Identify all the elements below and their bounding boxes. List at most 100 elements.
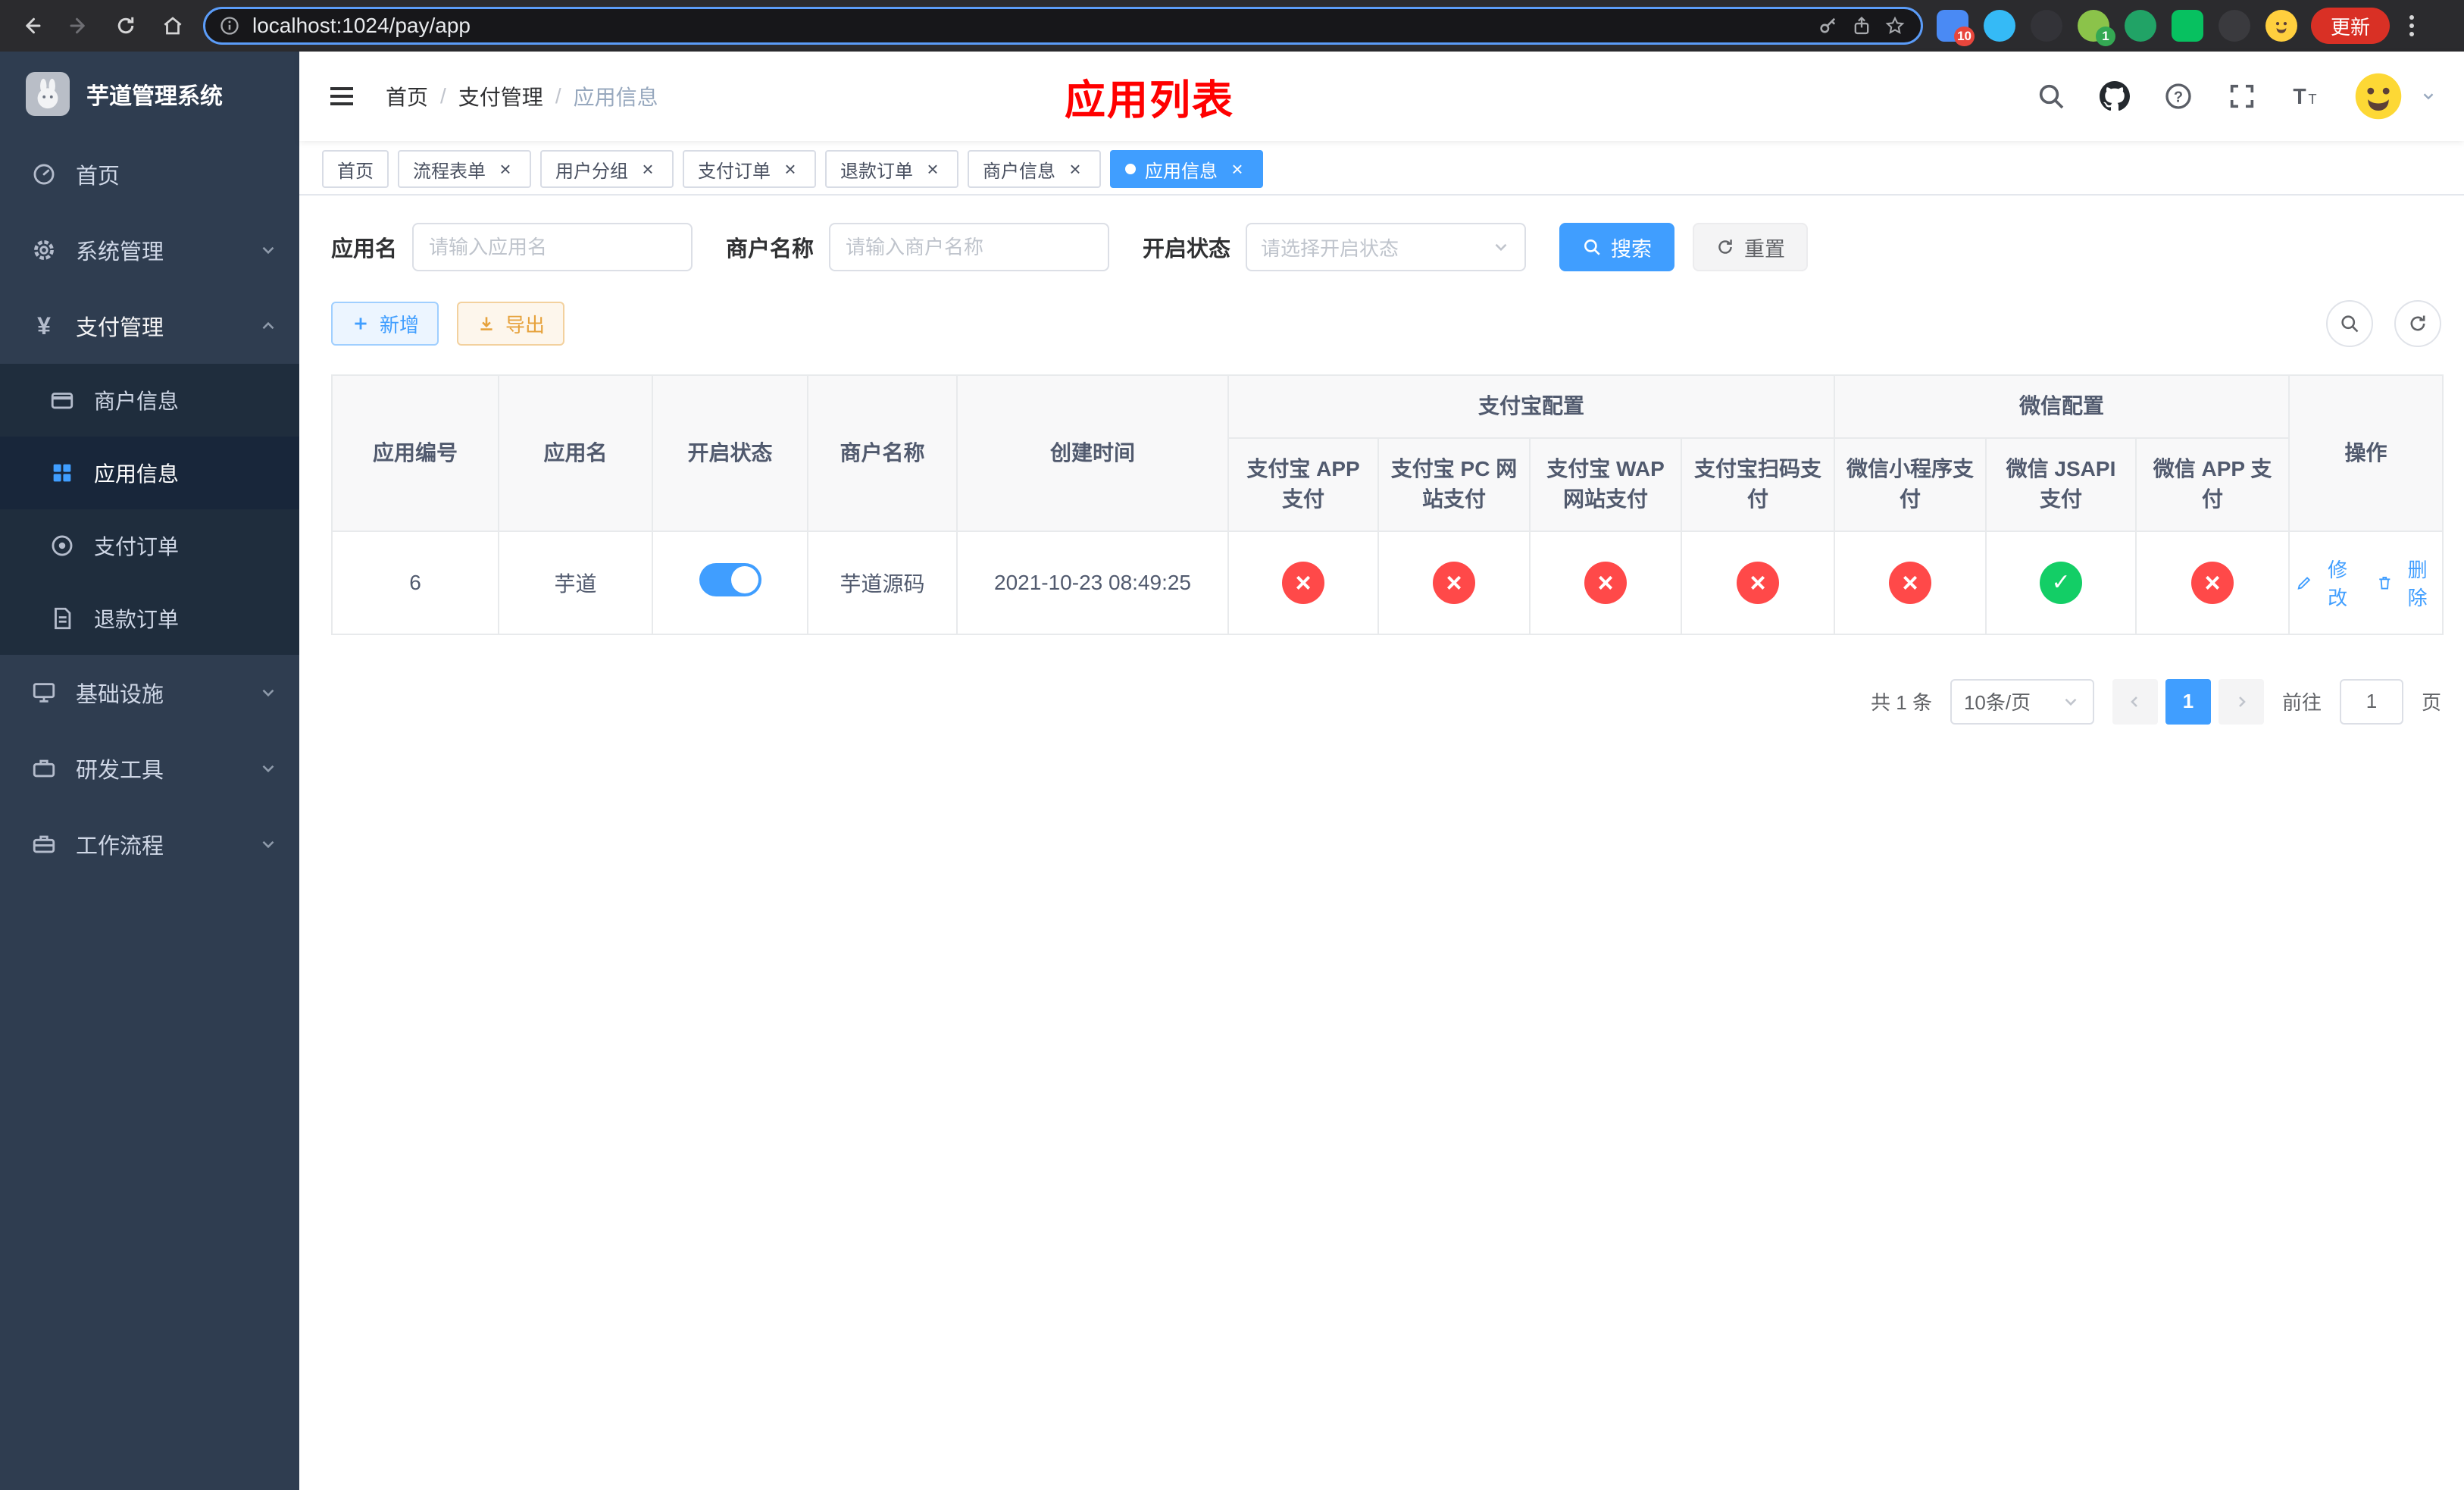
- sidebar: 芋道管理系统 首页 系统管理 ¥ 支付管理 商户信息 应用信息 支付订单 退款订…: [0, 52, 299, 1490]
- tab-refund-orders[interactable]: 退款订单: [825, 150, 958, 188]
- column-header-wx-mini: 微信小程序支付: [1834, 437, 1987, 532]
- tab-close-icon[interactable]: [780, 158, 801, 180]
- fullscreen-icon[interactable]: [2226, 80, 2258, 112]
- pager: 1: [2112, 678, 2264, 725]
- goto-page-input[interactable]: [2339, 678, 2403, 725]
- extension-icon-3[interactable]: [2031, 10, 2062, 42]
- chevron-down-icon: [258, 759, 278, 778]
- add-button[interactable]: 新增: [331, 302, 439, 346]
- avatar-caret-icon[interactable]: [2420, 88, 2437, 105]
- tab-close-icon[interactable]: [495, 158, 516, 180]
- breadcrumb-separator: /: [555, 84, 561, 108]
- help-icon[interactable]: ?: [2162, 80, 2194, 112]
- credit-card-icon: [48, 387, 76, 414]
- column-header-wx-jsapi: 微信 JSAPI 支付: [1985, 437, 2137, 532]
- hamburger-icon[interactable]: [327, 80, 360, 113]
- status-label: 开启状态: [1143, 237, 1231, 261]
- sidebar-item-infrastructure[interactable]: 基础设施: [0, 655, 299, 731]
- cell-app-id: 6: [331, 530, 499, 635]
- toggle-search-icon[interactable]: [2326, 300, 2373, 347]
- sidebar-item-home[interactable]: 首页: [0, 136, 299, 212]
- page-size-select[interactable]: 10条/页: [1950, 678, 2094, 725]
- current-page[interactable]: 1: [2165, 678, 2211, 725]
- avatar[interactable]: [2353, 71, 2403, 121]
- tab-close-icon[interactable]: [1065, 158, 1086, 180]
- chevron-down-icon: [2061, 692, 2081, 712]
- next-page-icon[interactable]: [2218, 678, 2264, 725]
- extension-icon-6[interactable]: [2172, 10, 2203, 42]
- status-select[interactable]: 请选择开启状态: [1246, 223, 1527, 271]
- tab-process-form[interactable]: 流程表单: [398, 150, 531, 188]
- browser-update-button[interactable]: 更新: [2311, 8, 2391, 44]
- reset-button[interactable]: 重置: [1693, 223, 1809, 271]
- tab-close-icon[interactable]: [637, 158, 658, 180]
- reload-icon[interactable]: [109, 9, 142, 42]
- home-icon[interactable]: [156, 9, 189, 42]
- row-actions: 修改 删除: [2296, 555, 2436, 611]
- tab-user-group[interactable]: 用户分组: [540, 150, 674, 188]
- refresh-table-icon[interactable]: [2394, 300, 2441, 347]
- wx-mini-status-icon: [1889, 561, 1932, 604]
- search-icon[interactable]: [2035, 80, 2067, 112]
- screen: localhost:1024/pay/app 10 1 更新 芋道管理系统 首页…: [0, 0, 2464, 1490]
- share-icon[interactable]: [1851, 14, 1874, 37]
- sidebar-item-payment-orders[interactable]: 支付订单: [0, 509, 299, 582]
- extension-icon-2[interactable]: [1984, 10, 2015, 42]
- tab-payment-orders[interactable]: 支付订单: [683, 150, 816, 188]
- export-button[interactable]: 导出: [457, 302, 565, 346]
- grid-icon: [48, 459, 76, 487]
- url-text[interactable]: localhost:1024/pay/app: [252, 14, 1807, 38]
- sidebar-item-refund-orders[interactable]: 退款订单: [0, 582, 299, 655]
- extension-icon-7[interactable]: [2219, 10, 2250, 42]
- column-header-ops: 操作: [2288, 374, 2444, 532]
- delete-link[interactable]: 删除: [2376, 555, 2437, 611]
- back-icon[interactable]: [15, 9, 48, 42]
- extension-icon-4[interactable]: 1: [2078, 10, 2115, 46]
- sidebar-item-app-info[interactable]: 应用信息: [0, 437, 299, 509]
- github-icon[interactable]: [2099, 80, 2131, 112]
- tab-home[interactable]: 首页: [322, 150, 389, 188]
- font-size-icon[interactable]: TT: [2290, 80, 2322, 112]
- edit-link[interactable]: 修改: [2296, 555, 2356, 611]
- breadcrumb-payment[interactable]: 支付管理: [458, 81, 543, 111]
- sidebar-item-payment[interactable]: ¥ 支付管理: [0, 288, 299, 364]
- prev-page-icon[interactable]: [2112, 678, 2158, 725]
- sidebar-item-dev-tools[interactable]: 研发工具: [0, 731, 299, 806]
- order-icon: [48, 532, 76, 559]
- browser-menu-icon[interactable]: [2403, 15, 2420, 36]
- sidebar-item-workflow[interactable]: 工作流程: [0, 806, 299, 882]
- merchant-name-input[interactable]: [829, 223, 1110, 271]
- pagination-total: 共 1 条: [1871, 691, 1932, 715]
- site-info-icon[interactable]: [219, 14, 242, 37]
- tab-close-icon[interactable]: [922, 158, 943, 180]
- column-header-id: 应用编号: [331, 374, 499, 532]
- app-logo: 芋道管理系统: [0, 52, 299, 136]
- password-key-icon[interactable]: [1818, 14, 1840, 37]
- address-bar[interactable]: localhost:1024/pay/app: [203, 7, 1923, 45]
- merchant-name-label: 商户名称: [726, 237, 815, 261]
- extension-icon-1[interactable]: 10: [1937, 10, 1975, 46]
- tab-close-icon[interactable]: [1227, 158, 1248, 180]
- forward-icon[interactable]: [62, 9, 95, 42]
- navbar-actions: ? TT: [2035, 71, 2437, 121]
- sidebar-item-system[interactable]: 系统管理: [0, 212, 299, 288]
- column-header-alipay-pc: 支付宝 PC 网站支付: [1377, 437, 1531, 532]
- bookmark-star-icon[interactable]: [1884, 14, 1907, 37]
- tab-app-info[interactable]: 应用信息: [1110, 150, 1263, 188]
- chevron-down-icon: [258, 240, 278, 260]
- sidebar-item-merchant-info[interactable]: 商户信息: [0, 364, 299, 437]
- chevron-down-icon: [1491, 237, 1511, 257]
- column-header-wx-app: 微信 APP 支付: [2135, 437, 2290, 532]
- status-toggle[interactable]: [699, 563, 761, 597]
- column-header-status: 开启状态: [652, 374, 808, 532]
- breadcrumb-home[interactable]: 首页: [386, 81, 428, 111]
- tab-merchant-info[interactable]: 商户信息: [968, 150, 1101, 188]
- search-button[interactable]: 搜索: [1559, 223, 1675, 271]
- extension-icon-8[interactable]: [2265, 10, 2297, 42]
- app-title: 芋道管理系统: [86, 84, 223, 109]
- extension-icon-5[interactable]: [2125, 10, 2156, 42]
- table-row: 6 芋道 芋道源码 2021-10-23 08:49:25 × × × × × …: [331, 530, 2444, 635]
- app-name-input[interactable]: [412, 223, 693, 271]
- breadcrumb: 首页 / 支付管理 / 应用信息: [386, 81, 658, 111]
- svg-text:T: T: [2293, 85, 2306, 109]
